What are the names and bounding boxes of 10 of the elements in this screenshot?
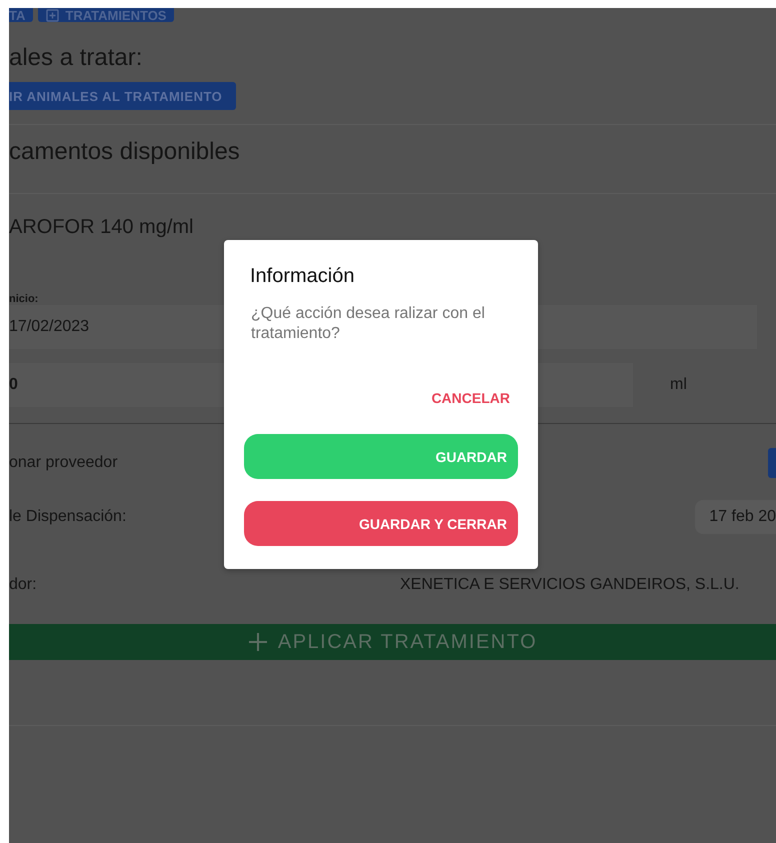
detail-label: onar proveedor <box>9 454 119 472</box>
dialog-message: ¿Qué acción desea ralizar con el tratamiento? <box>250 304 486 344</box>
detail-label: dor: <box>9 576 38 594</box>
section-heading: camentos disponibles <box>9 138 241 166</box>
field-label: nicio: <box>9 293 40 305</box>
dialog-title: Información <box>249 264 356 289</box>
unit-label: ml <box>670 376 687 394</box>
medicine-name: AROFOR 140 mg/ml <box>9 215 194 239</box>
detail-value: XENETICA E SERVICIOS GANDEIROS, S.L.U. <box>400 576 740 594</box>
section-heading: ales a tratar: <box>9 44 144 72</box>
